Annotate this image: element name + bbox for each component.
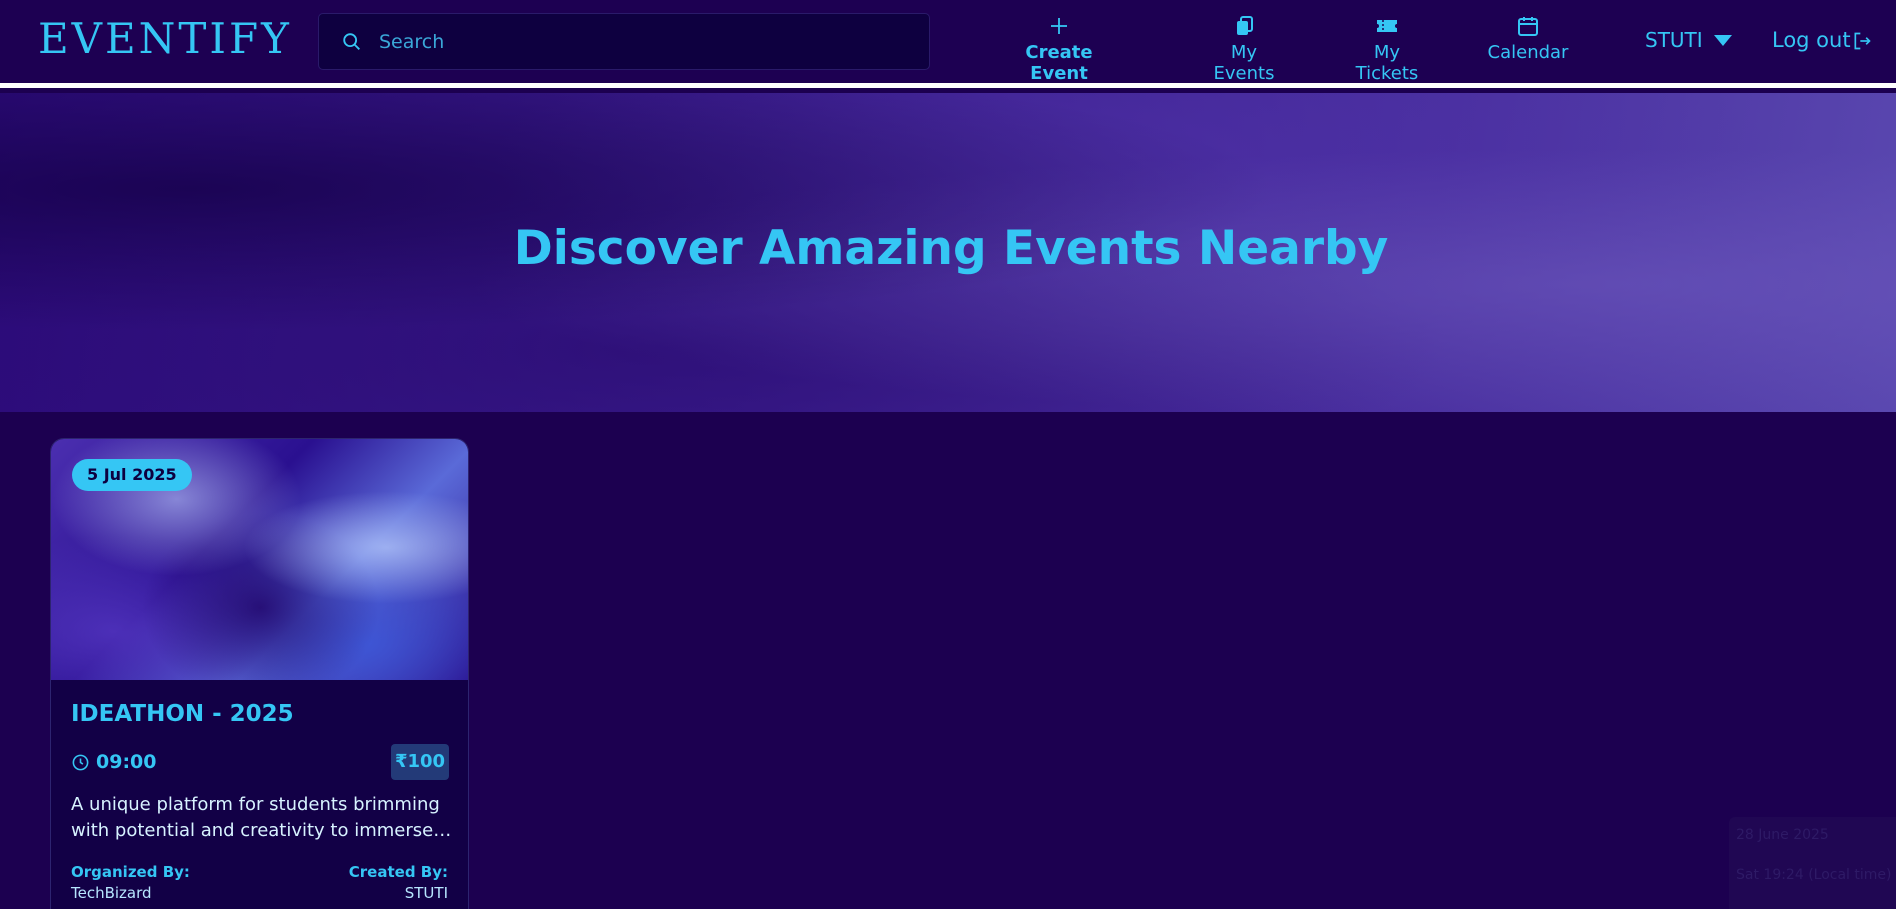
event-date-badge: 5 Jul 2025 (72, 459, 192, 491)
clock-date: 28 June 2025 (1736, 827, 1829, 843)
nav-create-event-label: Create Event (1025, 42, 1093, 84)
hero-title: Discover Amazing Events Nearby (513, 221, 1389, 276)
event-time-value: 09:00 (96, 751, 157, 773)
logo[interactable]: EVENTIFY (38, 14, 292, 63)
nav-my-events-label: My Events (1213, 42, 1275, 84)
organized-by-value: TechBizard (71, 884, 152, 902)
clock-widget: 28 June 2025 Sat 19:24 (Local time) (1729, 817, 1896, 909)
nav-my-events[interactable]: My Events (1199, 14, 1289, 84)
created-by-label: Created By: (348, 863, 448, 881)
search-bar (318, 13, 930, 70)
ticket-icon (1377, 20, 1397, 32)
event-title[interactable]: IDEATHON - 2025 (71, 701, 294, 727)
search-input[interactable] (379, 14, 919, 69)
search-icon (343, 33, 360, 50)
logout-label: Log out (1772, 28, 1851, 52)
nav-my-tickets[interactable]: My Tickets (1342, 14, 1432, 84)
event-description: A unique platform for students brimming … (71, 794, 452, 841)
plus-icon (1051, 18, 1067, 34)
nav-calendar-label: Calendar (1487, 42, 1569, 63)
nav-calendar[interactable]: Calendar (1486, 14, 1570, 63)
clock-icon (72, 754, 89, 771)
navbar: EVENTIFY Create Event My Events My Ticke… (0, 0, 1896, 88)
calendar-icon (1518, 17, 1538, 36)
hero-banner: Discover Amazing Events Nearby (0, 93, 1896, 412)
event-price: ₹100 (391, 744, 449, 780)
user-menu[interactable]: STUTI (1645, 28, 1732, 52)
events-icon (1237, 16, 1253, 35)
organized-by-label: Organized By: (71, 863, 190, 881)
clock-time: Sat 19:24 (Local time) (1736, 867, 1892, 883)
event-card[interactable]: 5 Jul 2025 IDEATHON - 2025 09:00 ₹100 A … (50, 438, 469, 909)
nav-create-event[interactable]: Create Event (1003, 14, 1115, 84)
chevron-down-icon (1714, 35, 1732, 46)
created-by-value: STUTI (404, 884, 448, 902)
logout-button[interactable]: Log out (1772, 28, 1871, 52)
nav-my-tickets-label: My Tickets (1355, 42, 1419, 84)
user-name: STUTI (1645, 28, 1703, 52)
logout-icon (1854, 32, 1871, 50)
